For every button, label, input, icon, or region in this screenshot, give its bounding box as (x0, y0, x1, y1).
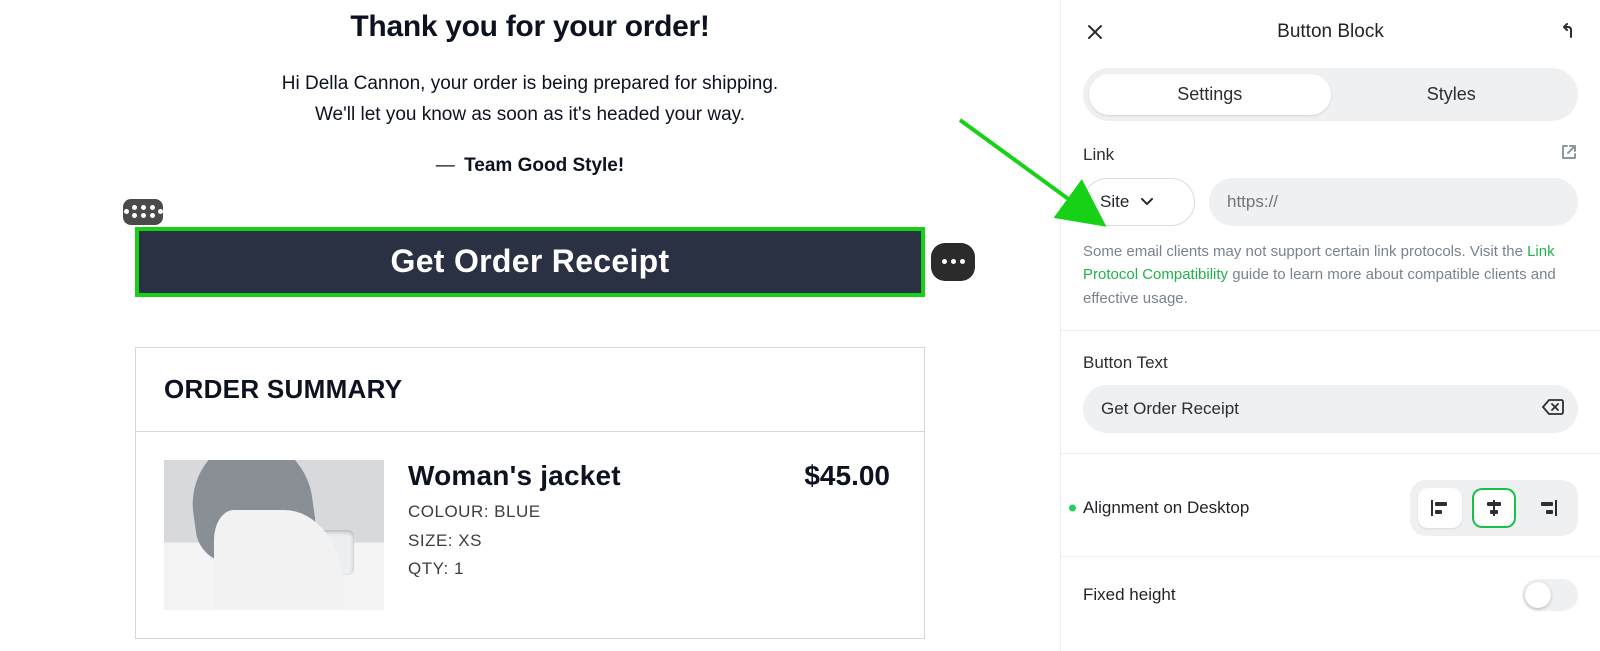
product-name: Woman's jacket (408, 460, 780, 492)
modified-indicator-icon (1069, 504, 1076, 511)
product-qty: QTY: 1 (408, 555, 780, 584)
link-label: Link (1083, 145, 1114, 165)
product-size: SIZE: XS (408, 527, 780, 556)
sidebar-title: Button Block (1277, 21, 1384, 43)
cta-button[interactable]: Get Order Receipt (135, 227, 925, 297)
fixed-height-toggle[interactable] (1522, 579, 1578, 611)
back-up-icon[interactable] (1554, 20, 1578, 44)
block-more-button[interactable] (931, 243, 975, 281)
link-hint: Some email clients may not support certa… (1083, 240, 1578, 310)
hero-heading: Thank you for your order! (0, 10, 1060, 44)
email-preview: Thank you for your order! Hi Della Canno… (0, 0, 1060, 651)
order-summary-card: ORDER SUMMARY Woman's jacket COLOUR: BLU… (135, 347, 925, 639)
link-type-dropdown[interactable]: Site (1083, 178, 1195, 226)
close-icon[interactable] (1083, 20, 1107, 44)
intro-line-1: Hi Della Cannon, your order is being pre… (170, 68, 890, 99)
signature: — Team Good Style! (0, 155, 1060, 177)
align-right-button[interactable] (1526, 488, 1570, 528)
align-left-button[interactable] (1418, 488, 1462, 528)
fixed-height-label: Fixed height (1083, 585, 1176, 605)
button-text-label: Button Text (1083, 353, 1168, 373)
product-image (164, 460, 384, 610)
drag-handle-icon[interactable] (123, 199, 163, 225)
order-summary-title: ORDER SUMMARY (136, 348, 924, 432)
cta-block[interactable]: Get Order Receipt (135, 227, 925, 297)
tab-switch: Settings Styles (1083, 68, 1578, 121)
alignment-group (1410, 480, 1578, 536)
product-price: $45.00 (804, 460, 896, 492)
inspector-sidebar: Button Block Settings Styles Link Site (1060, 0, 1600, 651)
tab-styles[interactable]: Styles (1331, 74, 1573, 115)
button-text-input[interactable] (1083, 385, 1578, 433)
tab-settings[interactable]: Settings (1089, 74, 1331, 115)
clear-text-icon[interactable] (1542, 398, 1564, 420)
link-url-input[interactable] (1209, 178, 1578, 226)
external-link-icon[interactable] (1560, 143, 1578, 166)
alignment-label: Alignment on Desktop (1083, 498, 1249, 517)
order-item: Woman's jacket COLOUR: BLUE SIZE: XS QTY… (136, 432, 924, 638)
chevron-down-icon (1141, 195, 1153, 209)
product-colour: COLOUR: BLUE (408, 498, 780, 527)
intro-line-2: We'll let you know as soon as it's heade… (170, 99, 890, 130)
align-center-button[interactable] (1472, 488, 1516, 528)
